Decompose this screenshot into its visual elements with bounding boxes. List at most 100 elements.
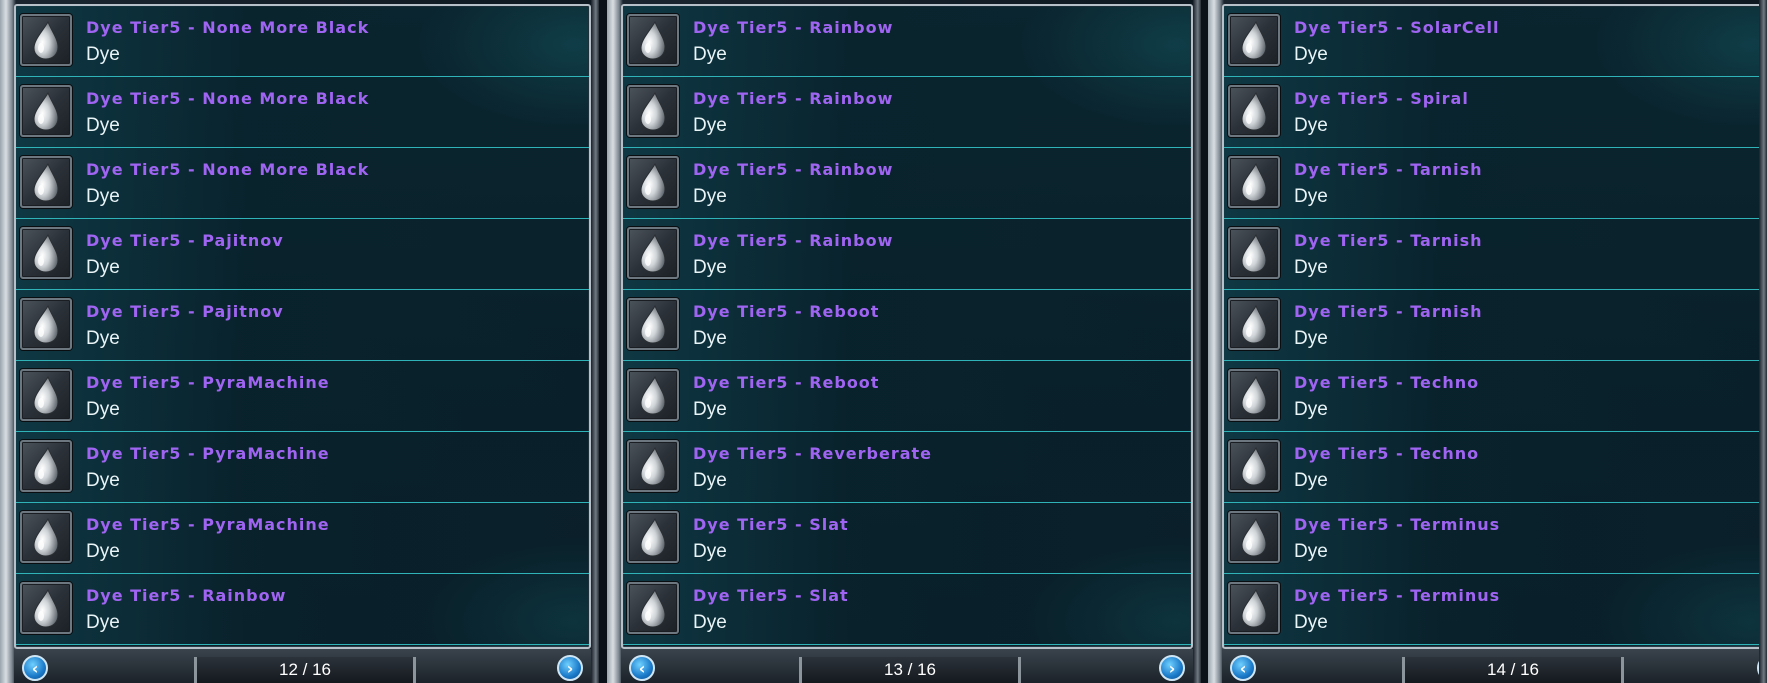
item-type: Dye: [86, 541, 120, 562]
list-item[interactable]: Dye Tier5 - None More Black Dye: [16, 77, 589, 148]
item-list: Dye Tier5 - None More Black Dye Dye Tier5…: [14, 4, 591, 649]
list-item[interactable]: Dye Tier5 - None More Black Dye: [16, 148, 589, 219]
item-type: Dye: [86, 612, 120, 633]
item-name: Dye Tier5 - Rainbow: [693, 18, 894, 37]
list-item[interactable]: Dye Tier5 - Slat Dye: [623, 574, 1191, 645]
item-type: Dye: [1294, 186, 1328, 207]
item-type: Dye: [86, 399, 120, 420]
list-item[interactable]: Dye Tier5 - PyraMachine Dye: [16, 432, 589, 503]
list-item[interactable]: Dye Tier5 - None More Black Dye: [16, 6, 589, 77]
list-item[interactable]: Dye Tier5 - SolarCell Dye: [1224, 6, 1765, 77]
item-name: Dye Tier5 - PyraMachine: [86, 444, 330, 463]
item-type: Dye: [1294, 257, 1328, 278]
item-name: Dye Tier5 - Rainbow: [693, 160, 894, 179]
arrow-left-icon[interactable]: ‹: [22, 655, 48, 681]
pager-bar: ‹ 14 / 16 ›: [1222, 649, 1767, 683]
list-item[interactable]: Dye Tier5 - Rainbow Dye: [623, 6, 1191, 77]
item-type: Dye: [693, 470, 727, 491]
pager-bar: ‹ 12 / 16 ›: [14, 649, 591, 683]
list-item[interactable]: Dye Tier5 - Spiral Dye: [1224, 77, 1765, 148]
arrow-left-icon[interactable]: ‹: [1230, 655, 1256, 681]
list-item[interactable]: Dye Tier5 - Techno Dye: [1224, 361, 1765, 432]
list-item[interactable]: Dye Tier5 - Rainbow Dye: [623, 77, 1191, 148]
item-type: Dye: [693, 612, 727, 633]
dye-drop-icon: [1228, 511, 1280, 563]
item-name: Dye Tier5 - Terminus: [1294, 586, 1501, 605]
inventory-panel-page-14: Dye Tier5 - SolarCell Dye Dye Tier5 - Spi…: [1208, 0, 1767, 683]
item-name: Dye Tier5 - None More Black: [86, 89, 370, 108]
dye-drop-icon: [1228, 156, 1280, 208]
item-name: Dye Tier5 - Reverberate: [693, 444, 933, 463]
arrow-left-icon[interactable]: ‹: [629, 655, 655, 681]
page-indicator: 13 / 16: [799, 657, 1021, 683]
list-item[interactable]: Dye Tier5 - Rainbow Dye: [623, 219, 1191, 290]
item-name: Dye Tier5 - Slat: [693, 586, 849, 605]
item-type: Dye: [693, 328, 727, 349]
item-type: Dye: [1294, 328, 1328, 349]
dye-drop-icon: [1228, 14, 1280, 66]
dye-drop-icon: [1228, 227, 1280, 279]
item-name: Dye Tier5 - Tarnish: [1294, 302, 1483, 321]
list-item[interactable]: Dye Tier5 - Rainbow Dye: [16, 574, 589, 645]
item-type: Dye: [1294, 612, 1328, 633]
item-name: Dye Tier5 - Terminus: [1294, 515, 1501, 534]
list-item[interactable]: Dye Tier5 - Slat Dye: [623, 503, 1191, 574]
dye-drop-icon: [20, 227, 72, 279]
list-item[interactable]: Dye Tier5 - Reboot Dye: [623, 290, 1191, 361]
arrow-right-icon[interactable]: ›: [1757, 655, 1767, 681]
item-type: Dye: [1294, 44, 1328, 65]
item-name: Dye Tier5 - Reboot: [693, 302, 880, 321]
item-name: Dye Tier5 - Tarnish: [1294, 231, 1483, 250]
dye-drop-icon: [627, 14, 679, 66]
item-type: Dye: [693, 186, 727, 207]
dye-drop-icon: [20, 511, 72, 563]
list-item[interactable]: Dye Tier5 - Tarnish Dye: [1224, 219, 1765, 290]
dye-drop-icon: [627, 369, 679, 421]
dye-drop-icon: [627, 440, 679, 492]
item-name: Dye Tier5 - Spiral: [1294, 89, 1469, 108]
item-type: Dye: [1294, 115, 1328, 136]
dye-drop-icon: [1228, 369, 1280, 421]
dye-drop-icon: [20, 582, 72, 634]
item-name: Dye Tier5 - None More Black: [86, 160, 370, 179]
list-item[interactable]: Dye Tier5 - Reverberate Dye: [623, 432, 1191, 503]
item-type: Dye: [693, 115, 727, 136]
item-name: Dye Tier5 - Pajitnov: [86, 302, 284, 321]
item-name: Dye Tier5 - Rainbow: [693, 89, 894, 108]
item-type: Dye: [693, 44, 727, 65]
dye-drop-icon: [20, 156, 72, 208]
list-item[interactable]: Dye Tier5 - Tarnish Dye: [1224, 148, 1765, 219]
list-item[interactable]: Dye Tier5 - Pajitnov Dye: [16, 219, 589, 290]
pager-bar: ‹ 13 / 16 ›: [621, 649, 1193, 683]
item-name: Dye Tier5 - SolarCell: [1294, 18, 1500, 37]
list-item[interactable]: Dye Tier5 - Tarnish Dye: [1224, 290, 1765, 361]
list-item[interactable]: Dye Tier5 - PyraMachine Dye: [16, 503, 589, 574]
list-item[interactable]: Dye Tier5 - Pajitnov Dye: [16, 290, 589, 361]
list-item[interactable]: Dye Tier5 - Terminus Dye: [1224, 574, 1765, 645]
list-item[interactable]: Dye Tier5 - Rainbow Dye: [623, 148, 1191, 219]
item-name: Dye Tier5 - Techno: [1294, 444, 1480, 463]
list-item[interactable]: Dye Tier5 - PyraMachine Dye: [16, 361, 589, 432]
page-indicator: 14 / 16: [1402, 657, 1624, 683]
item-list: Dye Tier5 - SolarCell Dye Dye Tier5 - Spi…: [1222, 4, 1767, 649]
list-item[interactable]: Dye Tier5 - Techno Dye: [1224, 432, 1765, 503]
list-item[interactable]: Dye Tier5 - Terminus Dye: [1224, 503, 1765, 574]
item-name: Dye Tier5 - Tarnish: [1294, 160, 1483, 179]
item-type: Dye: [1294, 470, 1328, 491]
dye-drop-icon: [20, 14, 72, 66]
dye-drop-icon: [627, 298, 679, 350]
inventory-panel-page-13: Dye Tier5 - Rainbow Dye Dye Tier5 - Rainb…: [607, 0, 1201, 683]
inventory-panel-page-12: Dye Tier5 - None More Black Dye Dye Tier5…: [0, 0, 599, 683]
dye-drop-icon: [1228, 440, 1280, 492]
item-list: Dye Tier5 - Rainbow Dye Dye Tier5 - Rainb…: [621, 4, 1193, 649]
item-name: Dye Tier5 - Rainbow: [693, 231, 894, 250]
arrow-right-icon[interactable]: ›: [557, 655, 583, 681]
dye-drop-icon: [20, 298, 72, 350]
dye-drop-icon: [1228, 85, 1280, 137]
dye-drop-icon: [1228, 582, 1280, 634]
dye-drop-icon: [627, 511, 679, 563]
list-item[interactable]: Dye Tier5 - Reboot Dye: [623, 361, 1191, 432]
item-name: Dye Tier5 - PyraMachine: [86, 373, 330, 392]
dye-drop-icon: [627, 582, 679, 634]
arrow-right-icon[interactable]: ›: [1159, 655, 1185, 681]
